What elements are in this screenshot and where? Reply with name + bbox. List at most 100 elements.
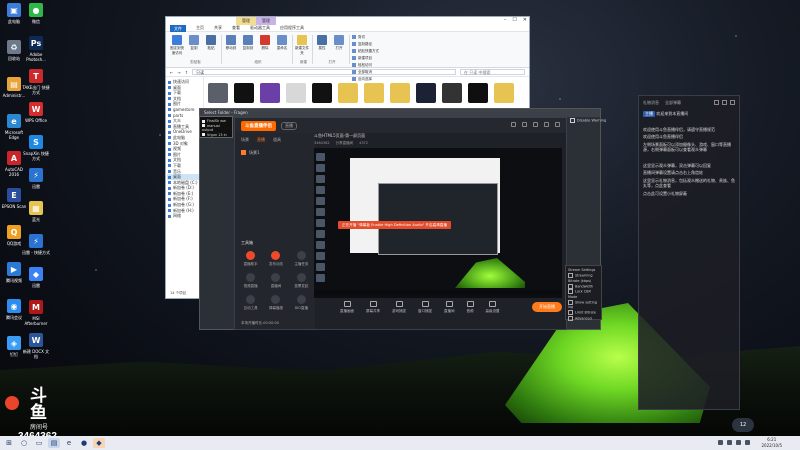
ribbon-small-item[interactable]: 剪切 bbox=[352, 35, 379, 40]
explorer-titlebar[interactable]: 管理 管理 – ☐ ✕ bbox=[166, 17, 529, 25]
ribbon-small-item[interactable]: 新建项目 bbox=[352, 56, 379, 61]
ribbon-button[interactable]: 删除 bbox=[258, 35, 272, 51]
menu-2[interactable]: 共享 bbox=[214, 25, 222, 31]
desktop-icon[interactable]: T TAKE出门 快捷方式 bbox=[22, 69, 50, 95]
desktop-icon[interactable]: ⚡ 迅雷 - 快捷方式 bbox=[22, 234, 50, 255]
minimize-icon[interactable] bbox=[544, 122, 549, 127]
close-icon[interactable] bbox=[555, 122, 560, 127]
file-thumbnail[interactable] bbox=[312, 83, 332, 103]
ribbon-button[interactable]: 复制 bbox=[187, 35, 201, 51]
desktop-icon[interactable]: Ps Adobe Photosh... bbox=[22, 36, 50, 62]
search-input[interactable]: 在 只读 中搜索 bbox=[460, 69, 525, 75]
task-view-icon[interactable]: ▭ bbox=[33, 438, 45, 448]
left-tab[interactable]: 道具 bbox=[273, 137, 281, 143]
close-icon[interactable]: ✕ bbox=[523, 17, 527, 23]
skin-icon[interactable] bbox=[522, 122, 527, 127]
wechat-taskbar-icon[interactable]: ● bbox=[78, 438, 90, 448]
nav-item[interactable]: 网络 bbox=[167, 213, 202, 219]
dialog-option[interactable]: Vrgun 13 in bbox=[202, 133, 230, 138]
file-explorer-taskbar-icon[interactable]: ▤ bbox=[48, 438, 60, 448]
file-thumbnail[interactable] bbox=[468, 83, 488, 103]
chat-settings-icon[interactable] bbox=[714, 100, 719, 105]
menu-0[interactable]: 文件 bbox=[170, 24, 186, 32]
desktop-icon[interactable]: M MSI Afterburner bbox=[22, 300, 50, 326]
select-folder-dialog[interactable]: FinalSh ww manual output Vrgun 13 in bbox=[199, 116, 233, 138]
tray-icon[interactable] bbox=[718, 440, 723, 445]
tool-item[interactable]: 互动工具 bbox=[239, 295, 262, 311]
hd-audio-banner[interactable]: 正在开播 "弹幕板 Enable High Definition Audio" … bbox=[338, 221, 451, 229]
notification-count[interactable]: 12 bbox=[732, 418, 754, 432]
tool-item[interactable]: 弹幕播报 bbox=[264, 295, 287, 311]
ribbon-button[interactable]: 属性 bbox=[315, 35, 329, 51]
popup-option[interactable]: Advanced bbox=[568, 316, 599, 322]
minimize-icon[interactable]: – bbox=[504, 17, 507, 23]
desktop-icon[interactable]: ● 微信 bbox=[22, 3, 50, 24]
left-tab[interactable]: 直播 bbox=[257, 137, 265, 143]
desktop-icon[interactable]: W WPS Office bbox=[22, 102, 50, 123]
chat-tab[interactable]: 礼物消息 bbox=[643, 100, 659, 106]
file-thumbnail[interactable] bbox=[390, 83, 410, 103]
ribbon-button[interactable]: 打开 bbox=[332, 35, 346, 51]
ribbon-small-item[interactable]: 粘贴快捷方式 bbox=[352, 49, 379, 54]
chat-tab[interactable]: 全部弹幕 bbox=[665, 100, 681, 106]
ribbon-button[interactable]: 固定到快速访问 bbox=[170, 35, 184, 56]
tool-item[interactable]: 视频直播 bbox=[239, 273, 262, 289]
file-thumbnail[interactable] bbox=[416, 83, 436, 103]
ribbon-small-item[interactable]: 轻松访问 bbox=[352, 63, 379, 68]
left-tab[interactable]: 场景 bbox=[241, 137, 249, 143]
menu-1[interactable]: 主页 bbox=[196, 25, 204, 31]
chat-filter-icon[interactable] bbox=[722, 100, 727, 105]
volume-icon[interactable] bbox=[745, 440, 750, 445]
file-thumbnail[interactable] bbox=[208, 83, 228, 103]
tool-item[interactable]: 直播助手 bbox=[239, 251, 262, 267]
file-thumbnail[interactable] bbox=[338, 83, 358, 103]
file-thumbnail[interactable] bbox=[286, 83, 306, 103]
desktop-icon[interactable]: ⚡ 迅雷 bbox=[22, 168, 50, 189]
desktop-icon[interactable]: W 新建 DOCX 文档 bbox=[22, 333, 50, 359]
start-icon[interactable]: ⊞ bbox=[3, 438, 15, 448]
chat-pin-icon[interactable] bbox=[730, 100, 735, 105]
popup-option[interactable]: Streaming Bitrate (kbps) bbox=[568, 273, 599, 284]
source-control[interactable]: 音频 bbox=[466, 301, 474, 314]
start-stream-button[interactable]: 开始直播 bbox=[532, 302, 562, 312]
tool-item[interactable]: 发布动态 bbox=[264, 251, 287, 267]
file-thumbnail[interactable] bbox=[442, 83, 462, 103]
desktop-icon[interactable]: ▦ 蓝光 bbox=[22, 201, 50, 222]
settings-icon[interactable] bbox=[511, 122, 516, 127]
tool-item[interactable]: DIO直播 bbox=[290, 295, 313, 311]
desktop-icon[interactable]: ◆ 迅雷 bbox=[22, 267, 50, 288]
menu-3[interactable]: 查看 bbox=[232, 25, 240, 31]
address-bar[interactable]: 只读 bbox=[192, 69, 456, 75]
stream-settings-popup[interactable]: Stream Settings Streaming Bitrate (kbps) B… bbox=[565, 265, 602, 320]
live-tag[interactable]: 直播 bbox=[281, 121, 297, 130]
popup-option[interactable]: Show setting log bbox=[568, 300, 599, 311]
ribbon-button[interactable]: 新建文件夹 bbox=[295, 35, 309, 56]
source-control[interactable]: 窗口捕捉 bbox=[418, 301, 432, 314]
menu-4[interactable]: 驱动器工具 bbox=[250, 25, 270, 31]
disable-warning-checkbox[interactable]: Disable Warning bbox=[570, 118, 606, 123]
source-control[interactable]: 直播间 bbox=[444, 301, 455, 314]
menu-icon[interactable] bbox=[533, 122, 538, 127]
app-tools-context-tab[interactable]: 管理 bbox=[256, 17, 276, 25]
popup-option[interactable]: Lock CBR Mode bbox=[568, 289, 599, 300]
clock[interactable]: 6:21 2022/10/5 bbox=[761, 437, 782, 449]
search-icon[interactable]: ○ bbox=[18, 438, 30, 448]
file-thumbnail[interactable] bbox=[234, 83, 254, 103]
file-thumbnail[interactable] bbox=[494, 83, 514, 103]
tool-item[interactable]: 直播间 bbox=[264, 273, 287, 289]
file-thumbnail[interactable] bbox=[364, 83, 384, 103]
network-icon[interactable] bbox=[736, 440, 741, 445]
edge-taskbar-icon[interactable]: e bbox=[63, 438, 75, 448]
ribbon-button[interactable]: 复制到 bbox=[241, 35, 255, 51]
douyu-taskbar-icon[interactable]: ◆ bbox=[93, 438, 105, 448]
menu-5[interactable]: 应用程序工具 bbox=[280, 25, 304, 31]
forward-icon[interactable]: → bbox=[177, 70, 180, 75]
ribbon-small-item[interactable]: 复制路径 bbox=[352, 42, 379, 47]
desktop-icon[interactable]: S SnapXin 快捷方式 bbox=[22, 135, 50, 161]
dialog-option[interactable]: FinalSh ww bbox=[202, 119, 230, 124]
dialog-option[interactable]: manual output bbox=[202, 124, 230, 133]
tool-item[interactable]: 主播任务 bbox=[290, 251, 313, 267]
file-thumbnail[interactable] bbox=[260, 83, 280, 103]
up-icon[interactable]: ↑ bbox=[185, 70, 188, 75]
drive-tools-context-tab[interactable]: 管理 bbox=[236, 17, 256, 25]
